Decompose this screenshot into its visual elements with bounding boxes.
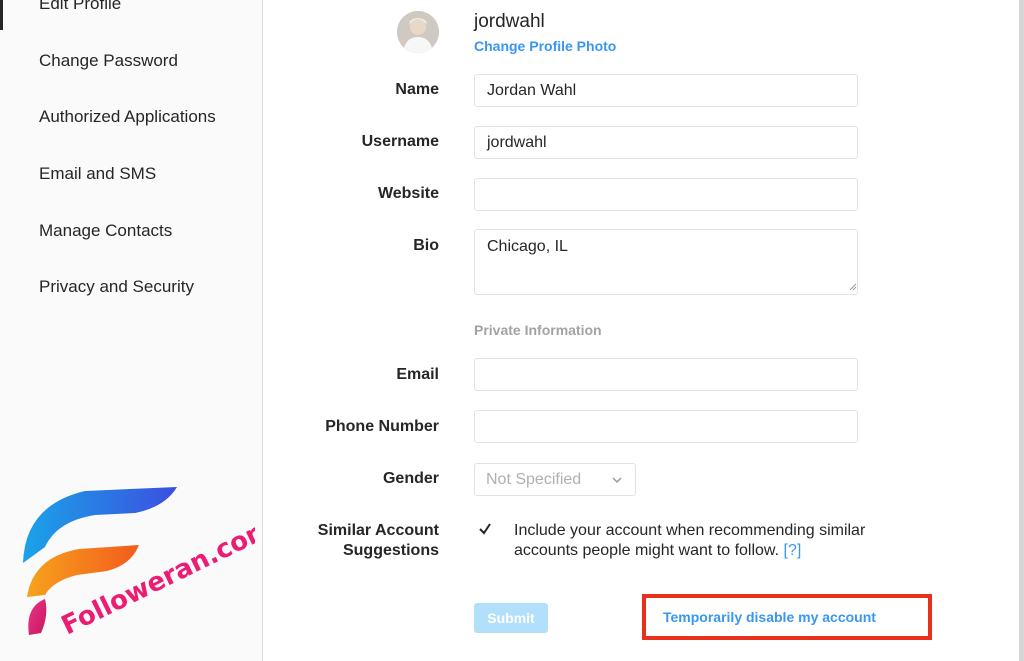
similar-account-description: Include your account when recommending s…: [514, 521, 924, 561]
similar-account-label-line1: Similar Account: [317, 522, 439, 539]
sidebar-item-edit-profile[interactable]: Edit Profile: [39, 0, 121, 14]
private-information-heading: Private Information: [474, 322, 602, 338]
active-indicator: [0, 0, 3, 30]
bio-textarea[interactable]: Chicago, IL: [474, 229, 858, 295]
name-field[interactable]: Jordan Wahl: [474, 74, 858, 107]
bio-label: Bio: [413, 237, 439, 254]
similar-account-label-line2: Suggestions: [342, 542, 439, 559]
submit-button[interactable]: Submit: [474, 603, 548, 633]
name-label: Name: [395, 81, 439, 98]
sidebar-item-privacy-security[interactable]: Privacy and Security: [39, 277, 194, 297]
resize-grip-icon[interactable]: [849, 283, 857, 291]
similar-account-checkbox[interactable]: [476, 520, 494, 538]
change-profile-photo-link[interactable]: Change Profile Photo: [474, 38, 616, 54]
sidebar-item-manage-contacts[interactable]: Manage Contacts: [39, 221, 172, 241]
profile-username: jordwahl: [474, 11, 545, 32]
gender-label: Gender: [382, 470, 439, 487]
help-link[interactable]: [?]: [784, 542, 802, 559]
website-label: Website: [377, 185, 439, 202]
avatar[interactable]: [397, 11, 439, 53]
website-field[interactable]: [474, 178, 858, 211]
sidebar-item-authorized-applications[interactable]: Authorized Applications: [39, 107, 216, 127]
sidebar-item-email-sms[interactable]: Email and SMS: [39, 164, 156, 184]
highlight-annotation-box: [642, 594, 932, 640]
username-label: Username: [361, 133, 439, 150]
similar-account-text: Include your account when recommending s…: [514, 522, 866, 559]
phone-number-label: Phone Number: [325, 418, 439, 435]
username-field[interactable]: jordwahl: [474, 126, 858, 159]
phone-number-field[interactable]: [474, 410, 858, 443]
email-field[interactable]: [474, 358, 858, 391]
sidebar-item-change-password[interactable]: Change Password: [39, 51, 178, 71]
page: Edit Profile Change Password Authorized …: [0, 0, 1024, 661]
watermark-text: Followeran.com: [57, 513, 255, 641]
avatar-photo-icon: [397, 11, 439, 53]
chevron-down-icon: [612, 477, 622, 484]
window-edge: [1019, 0, 1024, 661]
followeran-logo: Followeran.com: [23, 487, 255, 641]
email-label: Email: [396, 366, 439, 383]
